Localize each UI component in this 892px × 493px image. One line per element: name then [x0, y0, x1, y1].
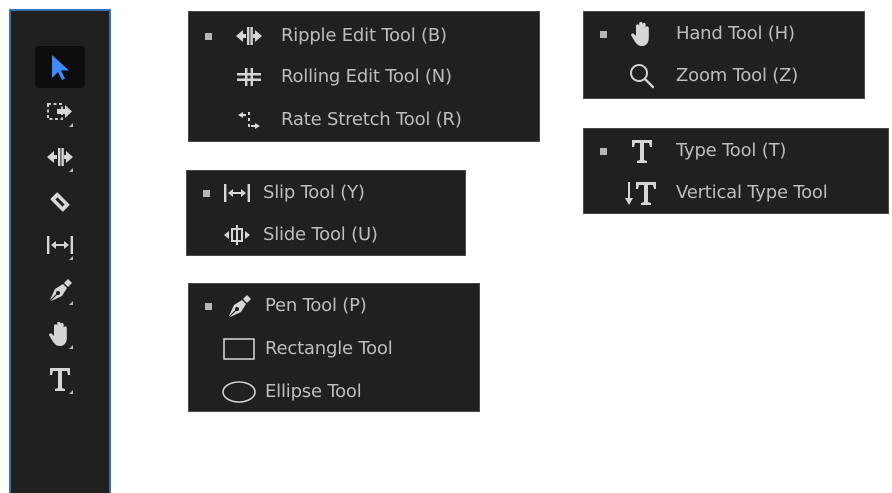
type-tool-button[interactable]	[35, 358, 85, 400]
menu-item-ellipse[interactable]: Ellipse Tool	[189, 374, 479, 410]
slip-tool-button[interactable]	[35, 224, 85, 266]
razor-icon	[50, 192, 70, 212]
active-tool-bullet	[600, 31, 607, 38]
menu-item-label: Type Tool (T)	[676, 140, 787, 161]
flyout-indicator	[69, 168, 73, 172]
arrow-icon	[52, 55, 69, 80]
menu-item-label: Ellipse Tool	[265, 381, 362, 402]
menu-item-type[interactable]: Type Tool (T)	[584, 133, 888, 169]
zoom-icon	[622, 58, 662, 94]
pen-tools-menu: Pen Tool (P) Rectangle Tool Ellipse Tool	[188, 283, 480, 412]
ellipse-icon	[219, 374, 259, 410]
menu-item-zoom[interactable]: Zoom Tool (Z)	[584, 58, 864, 94]
menu-item-pen[interactable]: Pen Tool (P)	[189, 288, 479, 324]
hand-icon	[49, 321, 67, 346]
menu-item-vertical-type[interactable]: Vertical Type Tool	[584, 175, 888, 211]
flyout-indicator	[69, 301, 73, 305]
flyout-indicator	[69, 123, 73, 127]
ripple-tools-menu: Ripple Edit Tool (B) Rolling Edit Tool (…	[188, 11, 540, 142]
flyout-indicator	[69, 256, 73, 260]
rectangle-icon	[219, 331, 259, 367]
slip-icon	[217, 175, 257, 211]
slip-icon	[47, 236, 73, 254]
pen-icon	[48, 279, 72, 303]
type-tools-menu: Type Tool (T) Vertical Type Tool	[583, 128, 889, 214]
hand-icon	[622, 16, 662, 52]
ripple-edit-icon	[47, 148, 73, 166]
flyout-indicator	[69, 345, 73, 349]
menu-item-label: Rolling Edit Tool (N)	[281, 66, 452, 87]
menu-item-slide[interactable]: Slide Tool (U)	[187, 217, 465, 253]
hand-tool-button[interactable]	[35, 313, 85, 355]
track-select-tool-button[interactable]	[35, 91, 85, 133]
active-tool-bullet	[600, 148, 607, 155]
menu-item-rate-stretch[interactable]: Rate Stretch Tool (R)	[189, 102, 539, 138]
selection-tool-button[interactable]	[35, 46, 85, 88]
menu-item-label: Slide Tool (U)	[263, 224, 378, 245]
flyout-indicator	[69, 390, 73, 394]
ripple-edit-tool-button[interactable]	[35, 136, 85, 178]
menu-item-hand[interactable]: Hand Tool (H)	[584, 16, 864, 52]
track-select-icon	[47, 103, 72, 120]
rate-stretch-icon	[229, 102, 269, 138]
pen-tool-button[interactable]	[35, 269, 85, 311]
menu-item-ripple-edit[interactable]: Ripple Edit Tool (B)	[189, 18, 539, 54]
type-icon	[622, 133, 662, 169]
menu-item-label: Hand Tool (H)	[676, 23, 795, 44]
menu-item-label: Zoom Tool (Z)	[676, 65, 799, 86]
slide-icon	[217, 217, 257, 253]
menu-item-label: Ripple Edit Tool (B)	[281, 25, 447, 46]
ripple-edit-icon	[229, 18, 269, 54]
active-tool-bullet	[203, 190, 210, 197]
active-tool-bullet	[205, 303, 212, 310]
menu-item-slip[interactable]: Slip Tool (Y)	[187, 175, 465, 211]
menu-item-label: Pen Tool (P)	[265, 295, 367, 316]
menu-item-label: Slip Tool (Y)	[263, 182, 365, 203]
active-tool-bullet	[205, 33, 212, 40]
type-icon	[50, 368, 70, 391]
rolling-edit-icon	[229, 59, 269, 95]
razor-tool-button[interactable]	[35, 181, 85, 223]
menu-item-rolling-edit[interactable]: Rolling Edit Tool (N)	[189, 59, 539, 95]
slip-tools-menu: Slip Tool (Y) Slide Tool (U)	[186, 170, 466, 256]
menu-item-label: Vertical Type Tool	[676, 182, 828, 203]
hand-tools-menu: Hand Tool (H) Zoom Tool (Z)	[583, 11, 865, 99]
pen-icon	[219, 288, 259, 324]
menu-item-rectangle[interactable]: Rectangle Tool	[189, 331, 479, 367]
vertical-type-icon	[622, 175, 662, 211]
menu-item-label: Rate Stretch Tool (R)	[281, 109, 462, 130]
menu-item-label: Rectangle Tool	[265, 338, 393, 359]
tools-panel	[9, 9, 111, 493]
